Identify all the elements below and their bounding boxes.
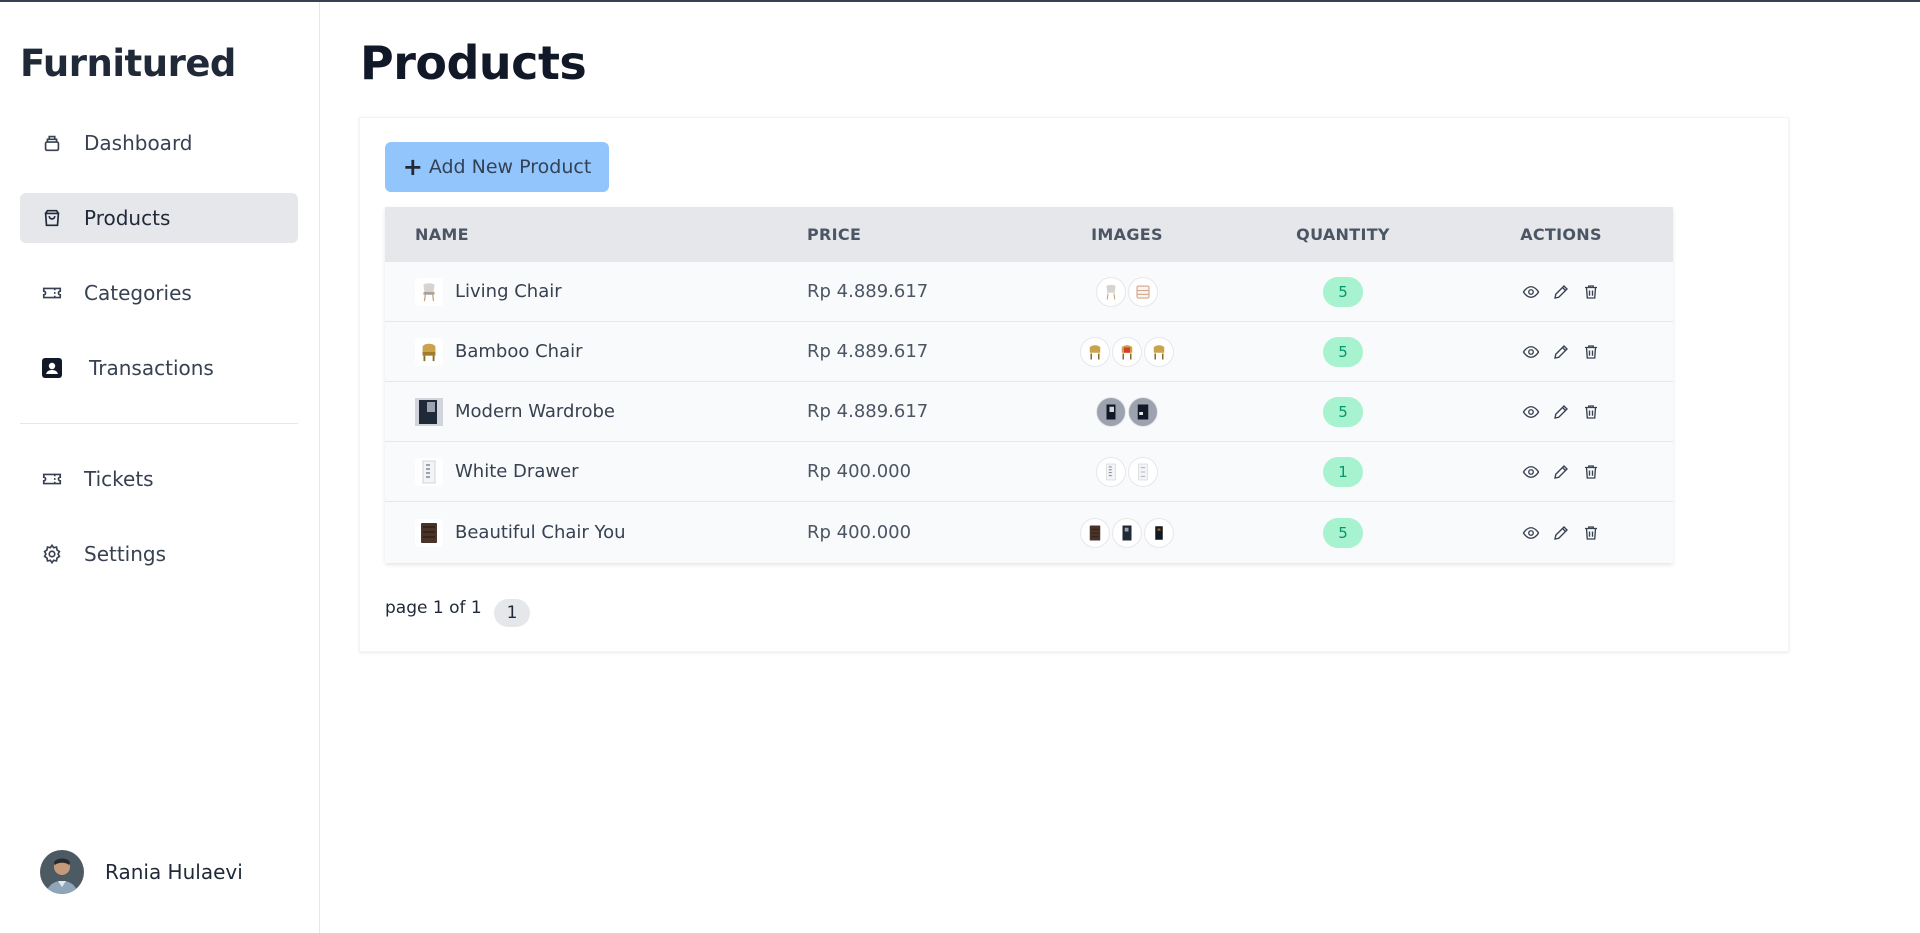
product-name: White Drawer bbox=[455, 461, 579, 482]
product-thumbnail bbox=[415, 397, 443, 426]
table-row: Modern Wardrobe Rp 4.889.617 5 bbox=[385, 382, 1673, 442]
column-header-price[interactable]: PRICE bbox=[777, 225, 1017, 244]
pencil-icon[interactable] bbox=[1551, 402, 1571, 422]
product-images bbox=[1017, 396, 1237, 427]
add-new-product-button[interactable]: + Add New Product bbox=[385, 142, 609, 192]
table-row: White Drawer Rp 400.000 1 bbox=[385, 442, 1673, 502]
add-new-product-label: Add New Product bbox=[428, 156, 592, 178]
pencil-icon[interactable] bbox=[1551, 282, 1571, 302]
pagination-page-button[interactable]: 1 bbox=[494, 599, 530, 627]
product-images bbox=[1017, 517, 1237, 548]
quantity-badge: 5 bbox=[1323, 276, 1363, 307]
trash-icon[interactable] bbox=[1581, 402, 1601, 422]
sidebar: Furnitured Dashboard Products Categories… bbox=[0, 2, 320, 933]
table-header: NAME PRICE IMAGES QUANTITY ACTIONS bbox=[385, 207, 1673, 262]
sidebar-item-label: Dashboard bbox=[84, 131, 193, 155]
ticket-icon bbox=[40, 467, 64, 491]
ticket-icon bbox=[40, 281, 64, 305]
product-price: Rp 4.889.617 bbox=[807, 281, 929, 302]
products-table: NAME PRICE IMAGES QUANTITY ACTIONS Livin… bbox=[385, 207, 1673, 563]
product-image[interactable] bbox=[1096, 276, 1126, 307]
pagination-info: page 1 of 1 bbox=[385, 598, 482, 618]
sidebar-item-label: Transactions bbox=[89, 356, 214, 380]
eye-icon[interactable] bbox=[1521, 282, 1541, 302]
sidebar-item-label: Categories bbox=[84, 281, 192, 305]
product-images bbox=[1017, 456, 1237, 487]
product-images bbox=[1017, 336, 1237, 367]
eye-icon[interactable] bbox=[1521, 462, 1541, 482]
product-price: Rp 400.000 bbox=[807, 461, 912, 482]
brand-logo-text: Furnitured bbox=[20, 42, 236, 85]
product-image[interactable] bbox=[1096, 396, 1126, 427]
column-header-images[interactable]: IMAGES bbox=[1017, 225, 1237, 244]
sidebar-item-label: Products bbox=[84, 206, 171, 230]
eye-icon[interactable] bbox=[1521, 342, 1541, 362]
product-image[interactable] bbox=[1112, 336, 1142, 367]
product-name: Beautiful Chair You bbox=[455, 522, 626, 543]
product-image[interactable] bbox=[1144, 517, 1174, 548]
product-price: Rp 4.889.617 bbox=[807, 341, 929, 362]
pencil-icon[interactable] bbox=[1551, 523, 1571, 543]
column-header-name[interactable]: NAME bbox=[385, 225, 777, 244]
product-images bbox=[1017, 276, 1237, 307]
trash-icon[interactable] bbox=[1581, 282, 1601, 302]
sidebar-item-tickets[interactable]: Tickets bbox=[20, 454, 298, 504]
sidebar-item-dashboard[interactable]: Dashboard bbox=[20, 118, 298, 168]
quantity-badge: 5 bbox=[1323, 336, 1363, 367]
sidebar-item-categories[interactable]: Categories bbox=[20, 268, 298, 318]
sidebar-item-label: Settings bbox=[84, 542, 167, 566]
avatar bbox=[40, 850, 84, 894]
product-image[interactable] bbox=[1128, 276, 1158, 307]
sidebar-divider bbox=[20, 423, 298, 424]
contact-card-icon bbox=[40, 356, 64, 380]
user-name: Rania Hulaevi bbox=[105, 860, 243, 884]
product-name: Bamboo Chair bbox=[455, 341, 583, 362]
product-image[interactable] bbox=[1112, 517, 1142, 548]
product-image[interactable] bbox=[1128, 396, 1158, 427]
quantity-badge: 5 bbox=[1323, 517, 1363, 548]
product-image[interactable] bbox=[1096, 456, 1126, 487]
product-image[interactable] bbox=[1080, 517, 1110, 548]
page-title: Products bbox=[360, 36, 587, 90]
eye-icon[interactable] bbox=[1521, 523, 1541, 543]
archive-box-icon bbox=[40, 131, 64, 155]
eye-icon[interactable] bbox=[1521, 402, 1541, 422]
product-image[interactable] bbox=[1128, 456, 1158, 487]
sidebar-item-label: Tickets bbox=[84, 467, 154, 491]
sidebar-item-products[interactable]: Products bbox=[20, 193, 298, 243]
pencil-icon[interactable] bbox=[1551, 462, 1571, 482]
product-name: Living Chair bbox=[455, 281, 562, 302]
product-name: Modern Wardrobe bbox=[455, 401, 615, 422]
product-thumbnail bbox=[415, 337, 443, 366]
table-row: Bamboo Chair Rp 4.889.617 5 bbox=[385, 322, 1673, 382]
column-header-quantity[interactable]: QUANTITY bbox=[1237, 225, 1449, 244]
trash-icon[interactable] bbox=[1581, 523, 1601, 543]
column-header-actions: ACTIONS bbox=[1520, 225, 1602, 244]
shopping-bag-icon bbox=[40, 206, 64, 230]
product-thumbnail bbox=[415, 457, 443, 486]
sidebar-item-transactions[interactable]: Transactions bbox=[20, 343, 298, 393]
product-image[interactable] bbox=[1144, 336, 1174, 367]
gear-icon bbox=[40, 542, 64, 566]
user-profile[interactable]: Rania Hulaevi bbox=[40, 850, 243, 894]
plus-icon: + bbox=[402, 153, 423, 181]
quantity-badge: 5 bbox=[1323, 396, 1363, 427]
table-row: Living Chair Rp 4.889.617 5 bbox=[385, 262, 1673, 322]
sidebar-item-settings[interactable]: Settings bbox=[20, 529, 298, 579]
trash-icon[interactable] bbox=[1581, 342, 1601, 362]
trash-icon[interactable] bbox=[1581, 462, 1601, 482]
product-price: Rp 4.889.617 bbox=[807, 401, 929, 422]
pencil-icon[interactable] bbox=[1551, 342, 1571, 362]
product-image[interactable] bbox=[1080, 336, 1110, 367]
product-thumbnail bbox=[415, 518, 443, 547]
product-price: Rp 400.000 bbox=[807, 522, 912, 543]
table-row: Beautiful Chair You Rp 400.000 5 bbox=[385, 502, 1673, 563]
quantity-badge: 1 bbox=[1323, 456, 1363, 487]
product-thumbnail bbox=[415, 277, 443, 306]
